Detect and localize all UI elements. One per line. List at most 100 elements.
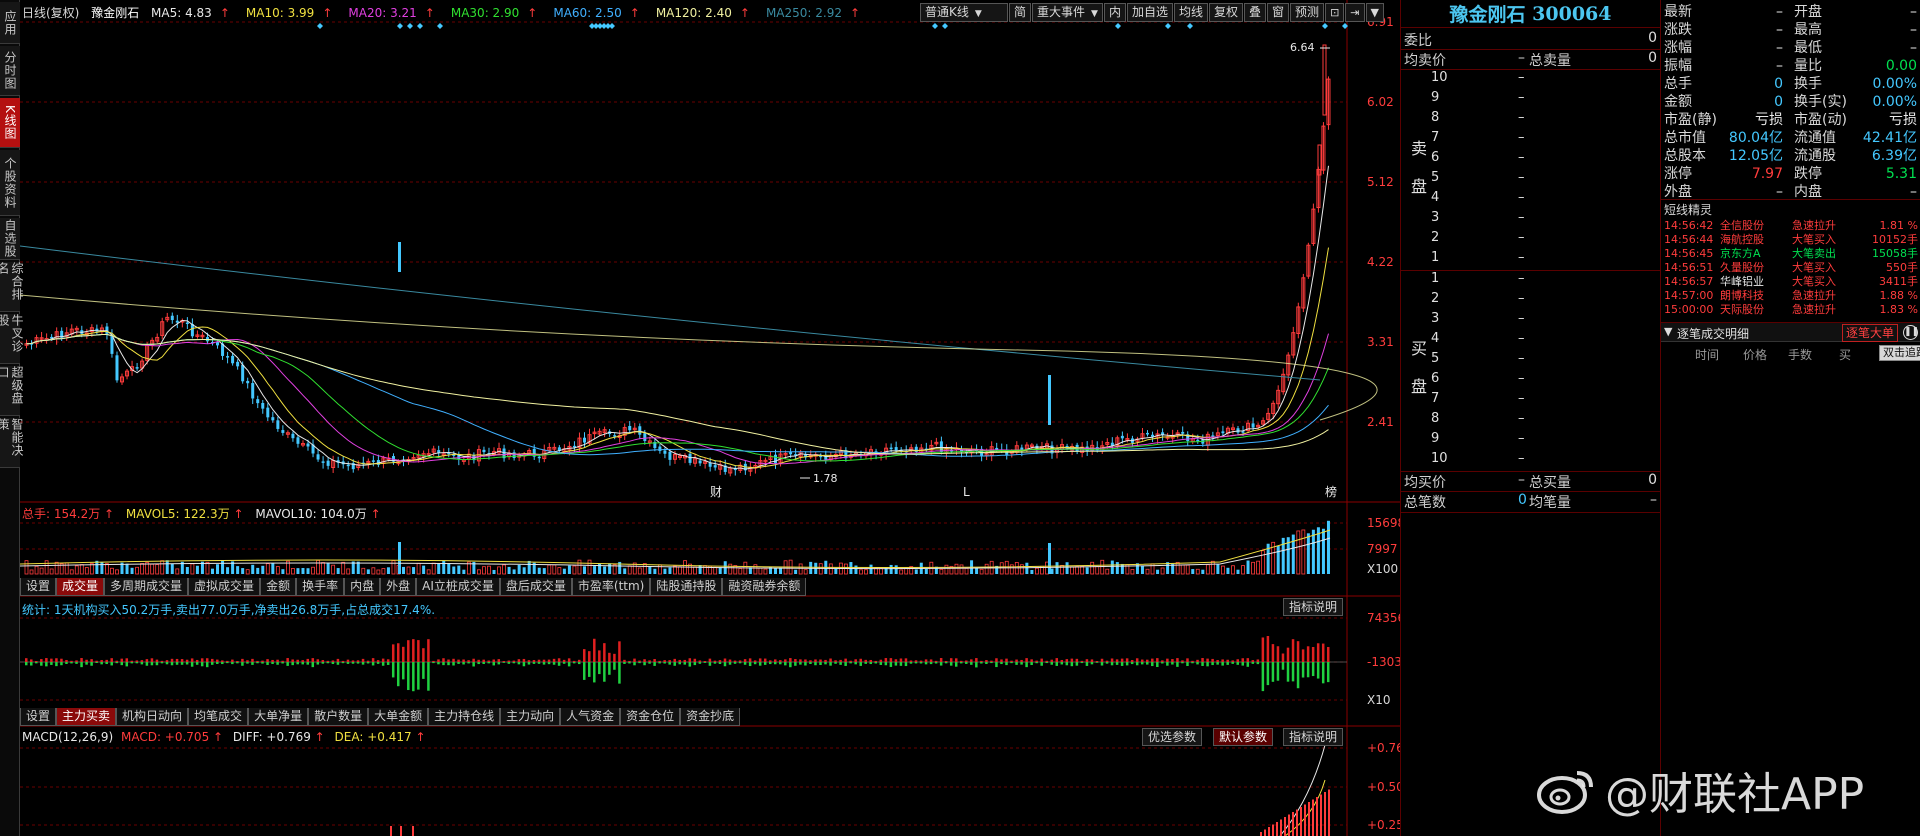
volume-tabs-2[interactable]: 多周期成交量 bbox=[104, 578, 189, 596]
left-tab-0[interactable]: 应用 bbox=[0, 2, 20, 44]
sell-level-row[interactable]: 10 – bbox=[1401, 70, 1661, 90]
flow-tabs-8[interactable]: 主力动向 bbox=[500, 708, 561, 726]
skip-forward-icon[interactable]: ⇥ bbox=[1345, 3, 1365, 22]
alert-row[interactable]: 14:57:00 朗博科技 急速拉升 1.88 % bbox=[1661, 289, 1920, 303]
event-diamond-icon bbox=[932, 23, 938, 29]
sell-level-row[interactable]: 5– bbox=[1401, 170, 1661, 190]
left-tab-1[interactable]: 分时图 bbox=[0, 46, 20, 96]
buy-level-row[interactable]: 9– bbox=[1401, 431, 1661, 451]
watermark-text: @财联社APP bbox=[1605, 769, 1865, 820]
sell-level-row[interactable]: 1– bbox=[1401, 250, 1661, 270]
left-tab-2[interactable]: K线图 bbox=[0, 98, 20, 148]
volume-tabs-7[interactable]: 外盘 bbox=[380, 578, 417, 596]
toolbar-button-2[interactable]: 重大事件 ▼ bbox=[1032, 3, 1103, 22]
sell-level-row[interactable]: 7– bbox=[1401, 130, 1661, 150]
toolbar-button-6[interactable]: 复权 bbox=[1209, 3, 1244, 22]
sell-level-row[interactable]: 6– bbox=[1401, 150, 1661, 170]
buy-level-row[interactable]: 8– bbox=[1401, 411, 1661, 431]
ticks-title[interactable]: 逐笔成交明细 bbox=[1677, 325, 1749, 342]
ticks-big-button[interactable]: 逐笔大单 bbox=[1842, 324, 1899, 342]
alerts-title[interactable]: 短线精灵 bbox=[1664, 201, 1712, 218]
buy-level-row[interactable]: 2– bbox=[1401, 291, 1661, 311]
pause-icon[interactable]: ❚❚ bbox=[1903, 325, 1919, 340]
flow-tabs-2[interactable]: 机构日动向 bbox=[116, 708, 189, 726]
flow-bar-sell bbox=[532, 662, 536, 664]
alert-row[interactable]: 14:56:45 京东方A 大笔卖出 15058手 bbox=[1661, 247, 1920, 261]
macd-bar bbox=[1316, 797, 1318, 836]
left-tab-6[interactable]: 牛叉诊股 bbox=[0, 314, 24, 364]
macd-button-2[interactable]: 指标说明 bbox=[1283, 728, 1344, 746]
toolbar-button-3[interactable]: 内 bbox=[1103, 3, 1126, 22]
volume-bar bbox=[979, 568, 984, 575]
flow-tabs-11[interactable]: 资金抄底 bbox=[680, 708, 741, 726]
volume-tabs-3[interactable]: 虚拟成交量 bbox=[188, 578, 261, 596]
toolbar-button-7[interactable]: 叠 bbox=[1244, 3, 1267, 22]
flow-bar-buy bbox=[160, 660, 164, 662]
buy-level-row[interactable]: 3– bbox=[1401, 311, 1661, 331]
toolbar-button-4[interactable]: 加自选 bbox=[1126, 3, 1173, 22]
macd-button-1[interactable]: 默认参数 bbox=[1213, 728, 1274, 746]
volume-tabs-8[interactable]: AI立桩成交量 bbox=[416, 578, 500, 596]
flow-bar-buy bbox=[1115, 659, 1119, 662]
stat-label: 总手 bbox=[1664, 76, 1692, 92]
buy-level-row[interactable]: 5– bbox=[1401, 351, 1661, 371]
total-sell-value: 0 bbox=[1648, 50, 1657, 66]
sell-level-row[interactable]: 2– bbox=[1401, 230, 1661, 250]
left-tab-8[interactable]: 智能决策 bbox=[0, 418, 24, 468]
flow-tabs-3[interactable]: 均笔成交 bbox=[188, 708, 249, 726]
chevron-down-icon[interactable]: ▼ bbox=[1365, 3, 1384, 22]
toolbar-button-1[interactable]: 简 bbox=[1009, 3, 1032, 22]
sell-level-row[interactable]: 9– bbox=[1401, 90, 1661, 110]
volume-tabs-0[interactable]: 设置 bbox=[20, 578, 57, 596]
sell-level-row[interactable]: 4– bbox=[1401, 190, 1661, 210]
buy-level-row[interactable]: 1– bbox=[1401, 271, 1661, 291]
toolbar-button-5[interactable]: 均线 bbox=[1173, 3, 1208, 22]
toolbar-button-9[interactable]: 预测 bbox=[1290, 3, 1325, 22]
flow-tabs-10[interactable]: 资金仓位 bbox=[620, 708, 681, 726]
flow-bar-sell bbox=[80, 662, 83, 668]
flow-tabs-6[interactable]: 大单金额 bbox=[368, 708, 429, 726]
buy-level-row[interactable]: 10 – bbox=[1401, 451, 1661, 471]
flow-tabs-9[interactable]: 人气资金 bbox=[560, 708, 621, 726]
volume-bar bbox=[1301, 529, 1306, 575]
alert-row[interactable]: 14:56:42 全信股份 急速拉升 1.81 % bbox=[1661, 219, 1920, 233]
flow-tabs-1[interactable]: 主力买卖 bbox=[56, 708, 117, 726]
toolbar-button-8[interactable]: 窗 bbox=[1267, 3, 1290, 22]
flow-bar-buy bbox=[1050, 659, 1053, 662]
volume-tabs-10[interactable]: 市盈率(ttm) bbox=[571, 578, 651, 596]
flow-tabs-0[interactable]: 设置 bbox=[20, 708, 57, 726]
sell-level-row[interactable]: 3– bbox=[1401, 210, 1661, 230]
volume-bar bbox=[412, 567, 416, 574]
volume-tabs-1[interactable]: 成交量 bbox=[56, 578, 105, 596]
sell-level-row[interactable]: 8– bbox=[1401, 110, 1661, 130]
left-tab-3[interactable]: 个股资料 bbox=[0, 150, 20, 216]
flow-bar-sell bbox=[422, 662, 425, 679]
left-tab-5[interactable]: 综合排名 bbox=[0, 262, 24, 312]
flow-help-button[interactable]: 指标说明 bbox=[1283, 598, 1344, 616]
macd-button-0[interactable]: 优选参数 bbox=[1142, 728, 1203, 746]
alert-row[interactable]: 14:56:51 久量股份 大笔买入 550手 bbox=[1661, 261, 1920, 275]
volume-tabs-12[interactable]: 融资融券余额 bbox=[722, 578, 807, 596]
lock-icon[interactable]: ⊡ bbox=[1325, 3, 1345, 22]
flow-tabs-5[interactable]: 散户数量 bbox=[308, 708, 369, 726]
ticks-collapse-icon[interactable]: ▼ bbox=[1664, 325, 1672, 338]
flow-tabs-4[interactable]: 大单净量 bbox=[248, 708, 309, 726]
buy-level-row[interactable]: 4– bbox=[1401, 331, 1661, 351]
left-tab-4[interactable]: 自选股 bbox=[0, 218, 20, 260]
volume-tabs-4[interactable]: 金额 bbox=[260, 578, 297, 596]
volume-tabs-9[interactable]: 盘后成交量 bbox=[499, 578, 572, 596]
flow-bar-buy bbox=[567, 658, 571, 662]
flow-bar-buy bbox=[50, 658, 53, 662]
flow-tabs-7[interactable]: 主力持仓线 bbox=[428, 708, 501, 726]
left-tab-7[interactable]: 超级盘口 bbox=[0, 366, 24, 416]
buy-level-row[interactable]: 6– bbox=[1401, 371, 1661, 391]
alert-row[interactable]: 15:00:00 天际股份 急速拉升 1.83 % bbox=[1661, 303, 1920, 317]
buy-level-row[interactable]: 7– bbox=[1401, 391, 1661, 411]
volume-tabs-6[interactable]: 内盘 bbox=[344, 578, 381, 596]
flow-bar-buy bbox=[65, 659, 68, 662]
volume-tabs-11[interactable]: 陆股通持股 bbox=[650, 578, 723, 596]
alert-row[interactable]: 14:56:57 华峰铝业 大笔买入 3411手 bbox=[1661, 275, 1920, 289]
volume-tabs-5[interactable]: 换手率 bbox=[296, 578, 345, 596]
alert-row[interactable]: 14:56:44 海航控股 大笔买入 10152手 bbox=[1661, 233, 1920, 247]
toolbar-button-0[interactable]: 普通K线 ▼ bbox=[920, 3, 1008, 22]
